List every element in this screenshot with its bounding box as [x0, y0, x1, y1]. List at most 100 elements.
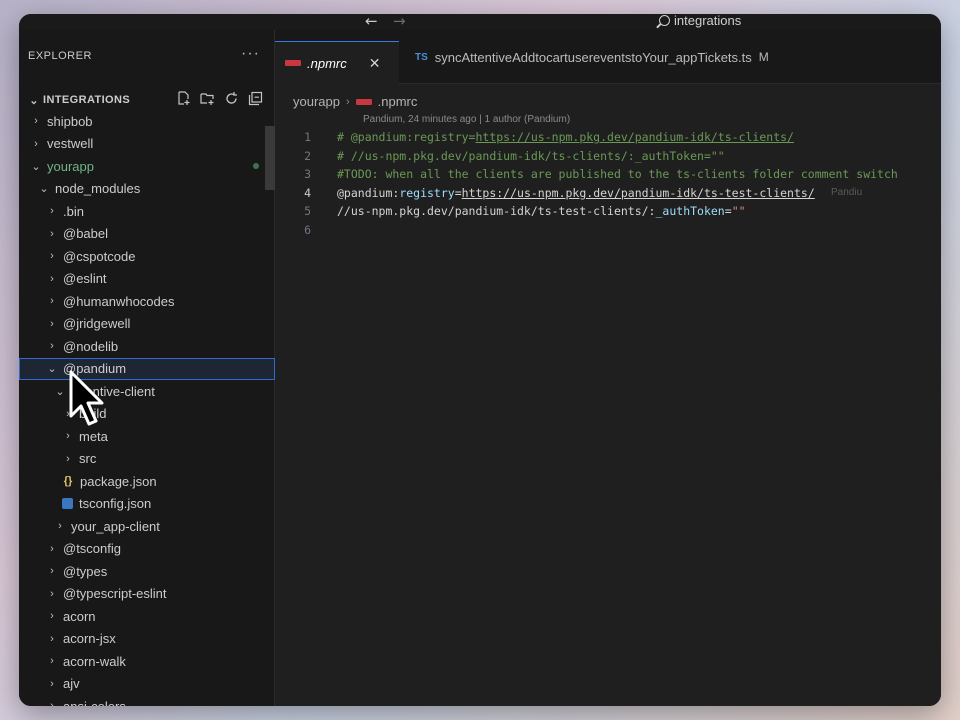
tree-item[interactable]: › acorn-jsx [19, 628, 275, 651]
chevron-right-icon: › [50, 542, 54, 555]
chevron-right-icon: › [50, 610, 54, 623]
tree-item-label: meta [79, 428, 108, 444]
tab-npmrc[interactable]: .npmrc ✕ [275, 41, 399, 84]
tree-item[interactable]: ⌄ @pandium [19, 357, 275, 380]
tree-item-label: @types [63, 563, 108, 579]
tree-item[interactable]: › meta [19, 425, 275, 448]
chevron-right-icon: › [50, 227, 54, 240]
tree-item[interactable]: ⌄ attentive-client [19, 380, 275, 403]
tree-item-label: @jridgewell [63, 316, 131, 332]
tree-item[interactable]: › @typescript-eslint [19, 583, 275, 606]
tree-item[interactable]: › @tsconfig [19, 538, 275, 561]
tree-item-label: .bin [63, 203, 84, 219]
command-center-label: integrations [674, 14, 742, 28]
chevron-down-icon: ⌄ [31, 160, 41, 173]
new-folder-icon[interactable] [200, 91, 215, 106]
tsconfig-file-icon [62, 498, 73, 510]
tab-bar: .npmrc ✕ TS syncAttentiveAddtocartuserev… [275, 30, 941, 84]
workspace-section-header[interactable]: ⌄ INTEGRATIONS [19, 90, 275, 110]
tree-item-label: @typescript-eslint [63, 586, 167, 602]
tree-item[interactable]: › @jridgewell [19, 313, 275, 336]
tree-item-label: vestwell [47, 136, 94, 152]
new-file-icon[interactable] [176, 91, 191, 106]
tree-item[interactable]: › @types [19, 560, 275, 583]
tree-item[interactable]: {} package.json [19, 470, 275, 493]
breadcrumb-folder[interactable]: yourapp [293, 94, 340, 109]
code-line[interactable]: 2 # //us-npm.pkg.dev/pandium-idk/ts-clien… [275, 147, 941, 166]
tree-item-label: package.json [80, 473, 157, 489]
chevron-right-icon: › [66, 430, 70, 443]
tree-item[interactable]: ⌄ yourapp [19, 155, 275, 178]
file-tree: › shipbob › vestwell ⌄ yourapp ⌄ node_modules ›.… [19, 110, 275, 706]
code-line[interactable]: 3 #TODO: when all the clients are publish… [275, 165, 941, 184]
tree-item[interactable]: › @eslint [19, 268, 275, 291]
tree-item[interactable]: › ansi-colors [19, 695, 275, 706]
code-line[interactable]: 6 [275, 221, 941, 240]
tree-item[interactable]: › acorn-walk [19, 650, 275, 673]
more-actions-icon[interactable]: ··· [241, 45, 260, 63]
chevron-right-icon: › [50, 272, 54, 285]
tree-item[interactable]: ›build [19, 403, 275, 426]
line-number: 5 [304, 204, 311, 219]
chevron-right-icon: › [50, 677, 54, 690]
explorer-header: EXPLORER ··· [19, 30, 274, 84]
chevron-right-icon: › [50, 632, 54, 645]
command-center-search[interactable]: integrations [659, 14, 741, 28]
tree-item[interactable]: › vestwell [19, 133, 275, 156]
vscode-window: ← → integrations EXPLORER ··· ⌄ INTEGRAT… [19, 14, 941, 706]
tree-item[interactable]: › acorn [19, 605, 275, 628]
breadcrumb-file[interactable]: .npmrc [378, 94, 418, 109]
close-icon[interactable]: ✕ [369, 55, 381, 72]
tree-item-label: node_modules [55, 181, 141, 197]
chevron-right-icon: › [50, 340, 54, 353]
modified-dot-icon [253, 163, 259, 170]
tree-item-label: @eslint [63, 271, 107, 287]
tree-item-label: acorn-jsx [63, 631, 116, 647]
forward-arrow-icon[interactable]: → [393, 14, 406, 30]
code-line[interactable]: 1 # @pandium:registry= https://us-npm.pkg.… [275, 128, 941, 147]
tree-item[interactable]: › @nodelib [19, 335, 275, 358]
json-file-icon: {} [63, 475, 73, 488]
code-line[interactable]: 4 @pandium: registry = https://us-npm.pkg.de… [275, 184, 941, 203]
tab-sync-label: syncAttentiveAddtocartusereventstoYour_a… [434, 49, 752, 65]
tree-item[interactable]: › @humanwhocodes [19, 290, 275, 313]
chevron-right-icon: › [50, 655, 54, 668]
chevron-down-icon: ⌄ [39, 183, 49, 196]
tab-npmrc-label: .npmrc [307, 55, 347, 71]
code-line[interactable]: 5 //us-npm.pkg.dev/pandium-idk/ts-test-cl… [275, 202, 941, 221]
tree-item[interactable]: › your_app-client [19, 515, 275, 538]
tree-item[interactable]: ⌄ node_modules [19, 178, 275, 201]
tree-item-label: ansi-colors [63, 699, 126, 706]
tab-sync-attentive[interactable]: TS syncAttentiveAddtocartusereventstoYou… [405, 42, 779, 72]
editor-area: .npmrc ✕ TS syncAttentiveAddtocartuserev… [275, 30, 941, 706]
chevron-down-icon: ⌄ [47, 363, 57, 376]
tree-item[interactable]: › @cspotcode [19, 245, 275, 268]
line-number: 6 [304, 222, 311, 237]
git-blame-codelens[interactable]: Pandium, 24 minutes ago | 1 author (Pand… [363, 114, 570, 125]
npm-file-icon [285, 60, 301, 66]
explorer-title: EXPLORER [28, 50, 92, 62]
section-actions [176, 91, 263, 106]
title-bar: ← → integrations [19, 14, 941, 30]
code-token: https://us-npm.pkg.dev/pandium-idk/ts-cl… [475, 130, 794, 145]
tree-item[interactable]: › @babel [19, 223, 275, 246]
chevron-right-icon: › [50, 317, 54, 330]
chevron-right-icon: › [50, 565, 54, 578]
tree-item[interactable]: tsconfig.json [19, 493, 275, 516]
collapse-all-icon[interactable] [248, 91, 263, 106]
tree-item-label: your_app-client [71, 518, 160, 534]
modified-badge: M [758, 50, 769, 64]
tree-item[interactable]: › shipbob [19, 110, 275, 133]
tree-item[interactable]: › .bin [19, 200, 275, 223]
tree-item-label: ajv [63, 676, 80, 692]
explorer-sidebar: EXPLORER ··· ⌄ INTEGRATIONS › shipbob › … [19, 30, 275, 706]
tree-item[interactable]: › src [19, 448, 275, 471]
chevron-right-icon: › [50, 587, 54, 600]
tree-item[interactable]: › ajv [19, 673, 275, 696]
tree-item-label: @babel [63, 226, 109, 242]
refresh-icon[interactable] [224, 91, 239, 106]
chevron-right-icon: › [66, 452, 70, 465]
back-arrow-icon[interactable]: ← [365, 14, 378, 30]
sidebar-scrollbar[interactable] [265, 126, 275, 190]
code-editor[interactable]: 1 # @pandium:registry= https://us-npm.pkg.… [275, 128, 941, 239]
